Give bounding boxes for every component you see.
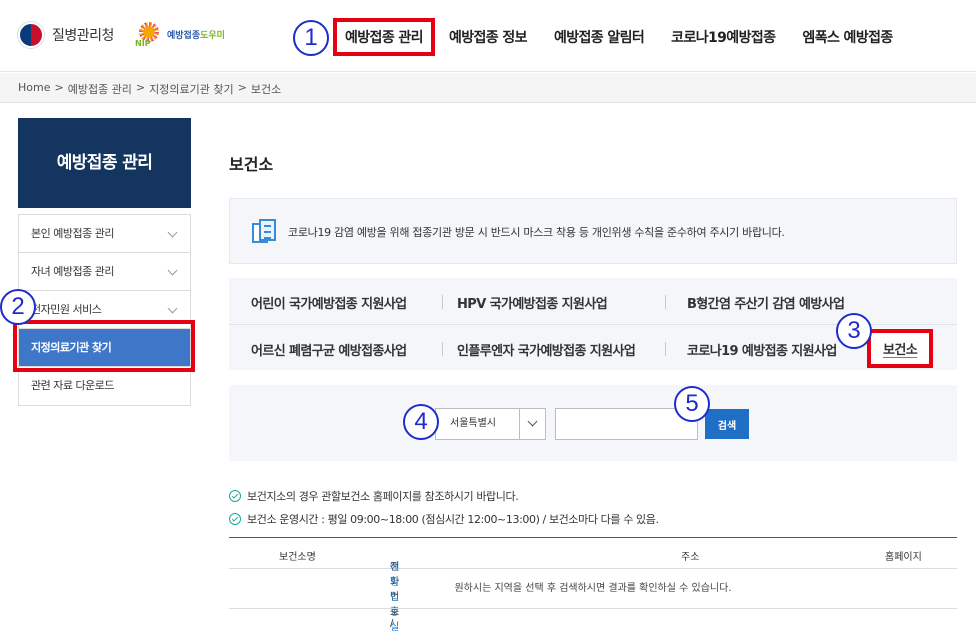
chevron-down-icon (167, 265, 178, 276)
tab-divider (665, 295, 666, 309)
main-nav: 예방접종 관리 예방접종 정보 예방접종 알림터 코로나19예방접종 엠폭스 예… (333, 18, 905, 56)
region-select[interactable]: 서울특별시 (435, 408, 546, 440)
table-empty-row: 원하시는 지역을 선택 후 검색하시면 결과를 확인하실 수 있습니다. (229, 569, 957, 609)
sidebar-title: 예방접종 관리 (18, 118, 191, 208)
nav-vaccination-notice[interactable]: 예방접종 알림터 (542, 18, 656, 56)
notice-box: 코로나19 감염 예방을 위해 접종기관 방문 시 반드시 마스크 착용 등 개… (229, 198, 957, 264)
region-select-value: 서울특별시 (450, 418, 496, 429)
table-header: 보건소명 전화번호 / 예방접종실 주소 홈페이지 (229, 537, 957, 633)
breadcrumb-bar: Home > 예방접종 관리 > 지정의료기관 찾기 > 보건소 (0, 73, 976, 103)
callout-1: 1 (293, 20, 329, 56)
document-icon (252, 219, 278, 245)
chevron-down-icon (167, 227, 178, 238)
check-bubble-icon (229, 513, 241, 525)
breadcrumb-sep: > (237, 81, 247, 94)
col-header-name: 보건소명 (279, 552, 316, 563)
callout-3: 3 (836, 313, 872, 349)
site-header: 질병관리청 NIP 예방접종도우미 예방접종 관리 예방접종 정보 예방접종 알… (0, 0, 976, 72)
sidebar-item-label: 전자민원 서비스 (31, 303, 102, 316)
page-title: 보건소 (229, 155, 274, 174)
nav-vaccination-management[interactable]: 예방접종 관리 (333, 18, 435, 56)
nav-mpox-vaccination[interactable]: 엠폭스 예방접종 (790, 18, 904, 56)
sidebar-item-my-vaccination[interactable]: 본인 예방접종 관리 (19, 215, 190, 253)
callout-5: 5 (674, 386, 710, 422)
results-table: 보건소명 전화번호 / 예방접종실 주소 홈페이지 원하시는 지역을 선택 후 … (229, 537, 957, 633)
tab-health-center[interactable]: 보건소 (867, 329, 934, 368)
callout-2: 2 (0, 289, 36, 325)
chevron-down-icon (519, 409, 545, 439)
sidebar-item-downloads[interactable]: 관련 자료 다운로드 (19, 367, 190, 405)
col-header-address: 주소 (681, 552, 700, 563)
breadcrumb-sep: > (54, 81, 64, 94)
nav-vaccination-info[interactable]: 예방접종 정보 (437, 18, 539, 56)
tab-senior-pneumococcal[interactable]: 어르신 폐렴구균 예방접종사업 (251, 340, 407, 359)
highlight-box-find-clinic (13, 320, 195, 372)
empty-message: 원하시는 지역을 선택 후 검색하시면 결과를 확인하실 수 있습니다. (454, 583, 732, 594)
sidebar-item-label: 자녀 예방접종 관리 (31, 265, 114, 278)
government-emblem-icon (18, 22, 44, 48)
nip-logo-text-b: 도우미 (200, 30, 225, 41)
tab-influenza-vaccination[interactable]: 인플루엔자 국가예방접종 지원사업 (457, 340, 636, 359)
callout-4: 4 (403, 404, 439, 440)
nip-logo[interactable]: NIP 예방접종도우미 (135, 20, 225, 48)
search-panel: 서울특별시 검색 (229, 385, 957, 461)
sidebar-menu: 본인 예방접종 관리 자녀 예방접종 관리 전자민원 서비스 지정의료기관 찾기… (18, 214, 191, 406)
nip-logo-text-a: 예방접종 (167, 30, 201, 41)
tab-divider (665, 342, 666, 356)
sidebar-item-label: 본인 예방접종 관리 (31, 227, 114, 240)
tab-covid19-vaccination[interactable]: 코로나19 예방접종 지원사업 (687, 340, 837, 359)
breadcrumb-home[interactable]: Home (18, 81, 50, 97)
sidebar-item-label: 관련 자료 다운로드 (31, 379, 114, 392)
notice-message: 코로나19 감염 예방을 위해 접종기관 방문 시 반드시 마스크 착용 등 개… (288, 226, 785, 239)
tab-hpv-vaccination[interactable]: HPV 국가예방접종 지원사업 (457, 293, 608, 312)
kdca-logo-text: 질병관리청 (52, 28, 114, 44)
nip-sun-icon: NIP (135, 20, 163, 48)
search-button[interactable]: 검색 (705, 409, 749, 439)
sidebar-item-child-vaccination[interactable]: 자녀 예방접종 관리 (19, 253, 190, 291)
breadcrumb-health-center: 보건소 (250, 83, 282, 96)
kdca-logo[interactable]: 질병관리청 (18, 22, 114, 48)
breadcrumb: Home > 예방접종 관리 > 지정의료기관 찾기 > 보건소 (18, 81, 281, 97)
nip-mark-text: NIP (135, 39, 151, 48)
breadcrumb-vaccination-management[interactable]: 예방접종 관리 (68, 81, 132, 97)
check-bubble-icon (229, 490, 241, 502)
info-text: 보건소 운영시간 : 평일 09:00~18:00 (점심시간 12:00~13… (247, 513, 659, 526)
nav-covid19-vaccination[interactable]: 코로나19예방접종 (659, 18, 787, 56)
breadcrumb-find-clinic[interactable]: 지정의료기관 찾기 (149, 81, 233, 97)
breadcrumb-sep: > (135, 81, 146, 94)
info-line-hours: 보건소 운영시간 : 평일 09:00~18:00 (점심시간 12:00~13… (229, 511, 659, 527)
tab-child-national-vaccination[interactable]: 어린이 국가예방접종 지원사업 (251, 293, 407, 312)
tab-divider (442, 342, 443, 356)
info-text: 보건지소의 경우 관할보건소 홈페이지를 참조하시기 바랍니다. (247, 490, 519, 503)
info-line-branch: 보건지소의 경우 관할보건소 홈페이지를 참조하시기 바랍니다. (229, 488, 519, 504)
tab-hepatitis-b-perinatal[interactable]: B형간염 주산기 감염 예방사업 (687, 293, 845, 312)
tab-divider (442, 295, 443, 309)
chevron-down-icon (167, 303, 178, 314)
col-header-homepage: 홈페이지 (885, 552, 922, 563)
